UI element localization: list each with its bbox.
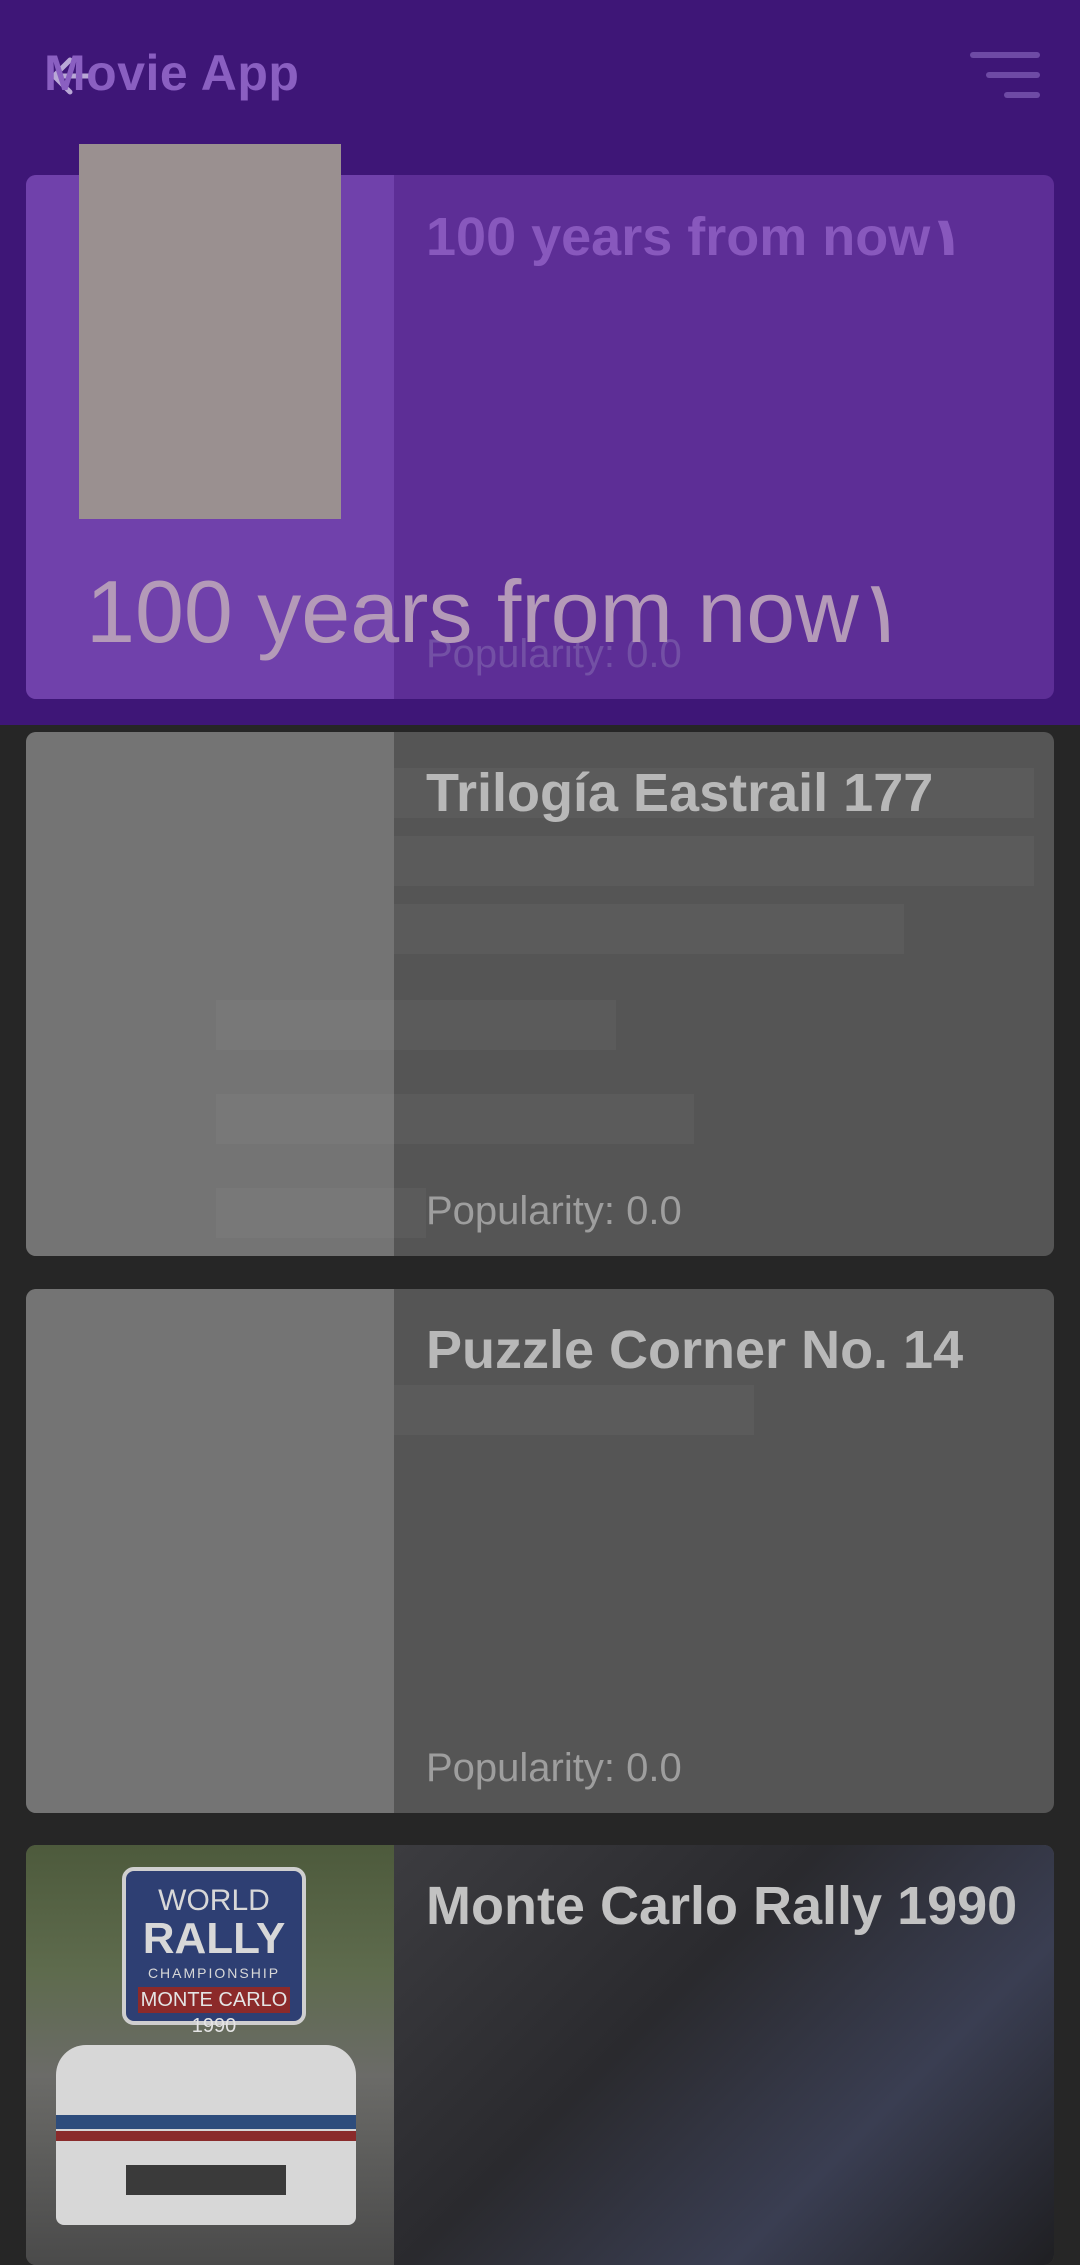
placeholder-bar [216, 1000, 616, 1050]
drag-thumbnail[interactable] [79, 144, 341, 519]
movie-card[interactable]: Puzzle Corner No. 14 Popularity: 0.0 [26, 1289, 1054, 1813]
app-title: Movie App [44, 45, 300, 101]
movie-title: Puzzle Corner No. 14 [426, 1320, 964, 1380]
movie-title: Trilogía Eastrail 177 [426, 763, 934, 823]
placeholder-bar [216, 1094, 694, 1144]
rally-car-image [56, 2045, 356, 2225]
movie-poster [26, 732, 394, 1256]
movie-title: Monte Carlo Rally 1990 [426, 1876, 1018, 1936]
placeholder-bar [394, 1385, 754, 1435]
drag-label: 100 years from now١ [86, 562, 907, 661]
movie-poster [26, 1289, 394, 1813]
placeholder-bar [394, 904, 904, 954]
movie-card[interactable]: Trilogía Eastrail 177 Popularity: 0.0 [26, 732, 1054, 1256]
movie-poster: WORLD RALLY CHAMPIONSHIP MONTE CARLO 199… [26, 1845, 394, 2265]
rally-badge-logo: WORLD RALLY CHAMPIONSHIP MONTE CARLO 199… [122, 1867, 306, 2037]
movie-popularity: Popularity: 0.0 [426, 1189, 682, 1233]
placeholder-bar [216, 1188, 426, 1238]
movie-title: 100 years from now١ [426, 207, 964, 267]
placeholder-bar [394, 836, 1034, 886]
movie-popularity: Popularity: 0.0 [426, 1746, 682, 1790]
movie-card[interactable]: WORLD RALLY CHAMPIONSHIP MONTE CARLO 199… [26, 1845, 1054, 2265]
sort-icon[interactable] [970, 50, 1040, 100]
